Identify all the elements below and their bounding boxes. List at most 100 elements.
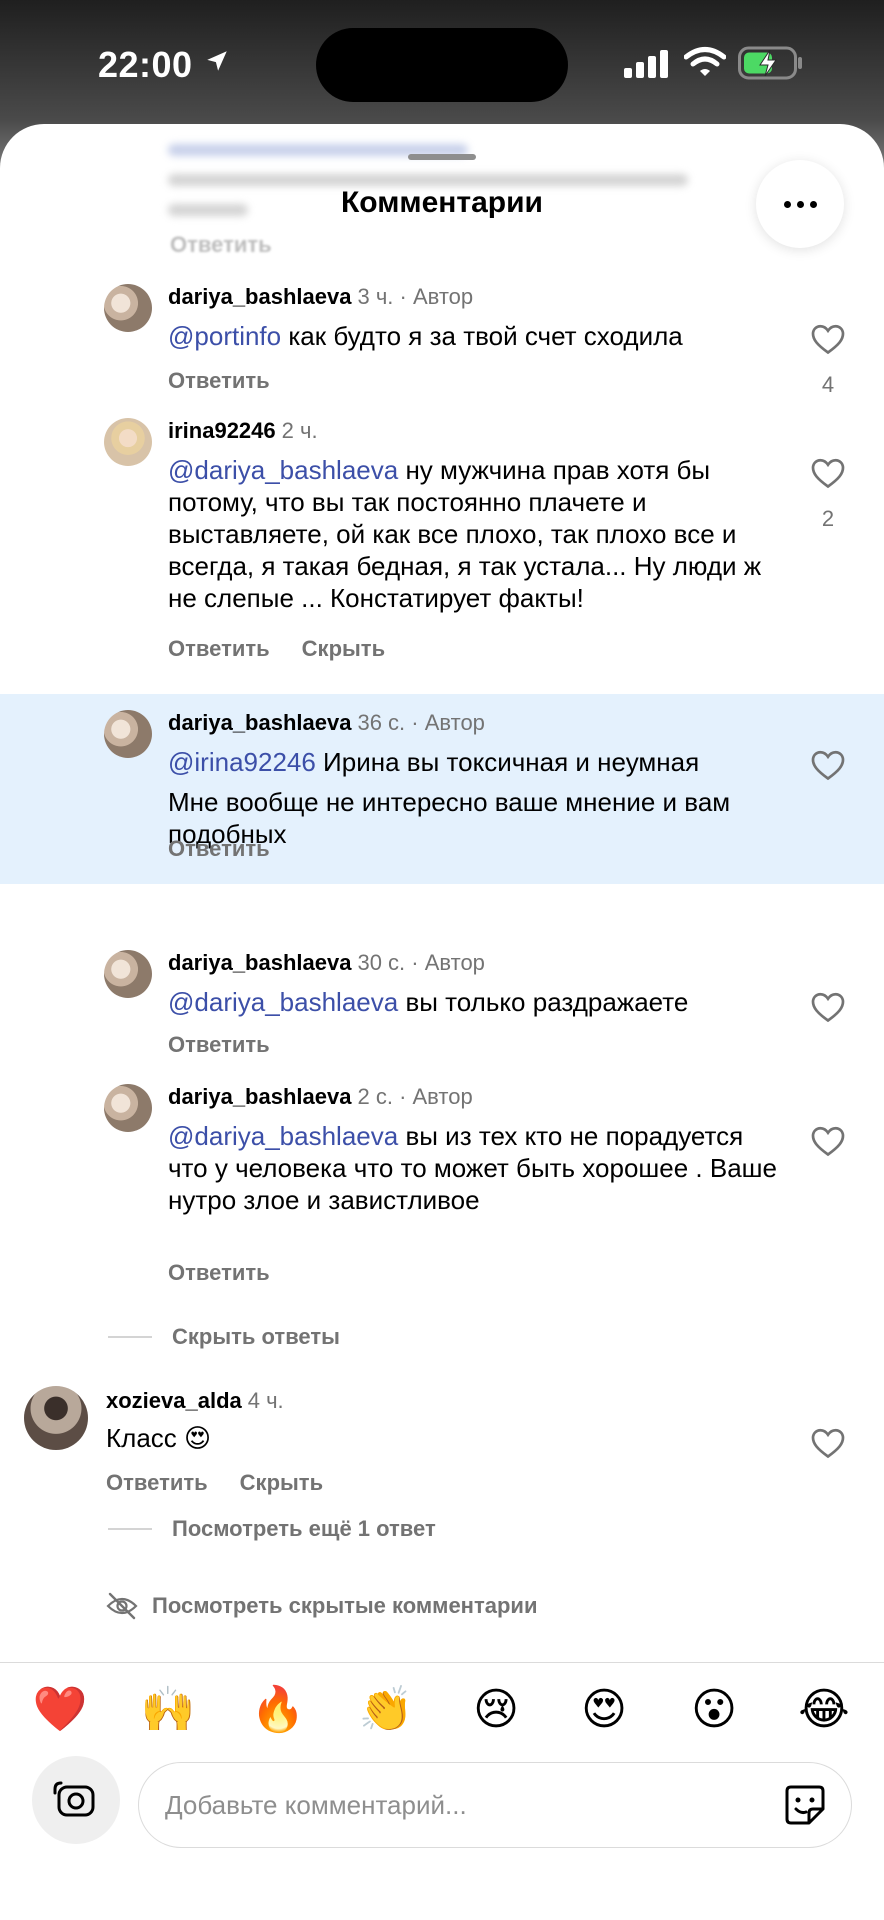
dot-icon — [783, 200, 791, 208]
view-more-replies-button[interactable]: Посмотреть ещё 1 ответ — [172, 1516, 436, 1542]
comment-text: @dariya_bashlaeva вы только раздражаете — [168, 987, 689, 1017]
comment-item: dariya_bashlaeva 2 с. · Автор @dariya_bas… — [0, 1084, 884, 1286]
comment-text: @portinfo как будто я за твой счет сходи… — [168, 321, 683, 351]
comment-meta: irina92246 2 ч. — [168, 418, 318, 444]
comment-input[interactable]: Добавьте комментарий... — [138, 1762, 852, 1848]
reply-button[interactable]: Ответить — [106, 1470, 208, 1495]
hide-replies-button[interactable]: Скрыть ответы — [172, 1324, 340, 1350]
comment-username[interactable]: xozieva_alda — [106, 1388, 242, 1413]
reaction-crying-emoji[interactable]: 😢 — [468, 1682, 524, 1738]
comment-meta: xozieva_alda 4 ч. — [106, 1388, 284, 1414]
sticker-icon[interactable] — [783, 1783, 827, 1827]
reply-button[interactable]: Ответить — [168, 636, 270, 661]
battery-charging-icon — [738, 46, 802, 80]
reply-button[interactable]: Ответить — [168, 1260, 270, 1285]
comment-time: 36 с. — [357, 710, 406, 735]
comment-input-placeholder: Добавьте комментарий... — [165, 1790, 467, 1820]
sheet-title: Комментарии — [340, 186, 544, 219]
avatar[interactable] — [104, 710, 152, 758]
comment-meta: dariya_bashlaeva 2 с. · Автор — [168, 1084, 473, 1110]
reaction-laughing-emoji[interactable]: 😂 — [796, 1682, 852, 1738]
comment-actions: Ответить Скрыть — [106, 1470, 355, 1496]
comment-time: 3 ч. — [357, 284, 394, 309]
comment-actions: Ответить — [168, 368, 302, 394]
status-time: 22:00 — [98, 44, 193, 85]
comment-text: @dariya_bashlaeva ну мужчина прав хотя б… — [168, 455, 762, 613]
comment-mention[interactable]: @irina92246 — [168, 747, 316, 777]
comment-username[interactable]: dariya_bashlaeva — [168, 284, 351, 309]
comment-mention[interactable]: @portinfo — [168, 321, 281, 351]
sheet-grab-handle[interactable] — [408, 154, 476, 160]
view-hidden-comments-button[interactable]: Посмотреть скрытые комментарии — [106, 1592, 537, 1620]
reply-button[interactable]: Ответить — [168, 368, 270, 393]
hide-button[interactable]: Скрыть — [240, 1470, 323, 1495]
view-hidden-label: Посмотреть скрытые комментарии — [152, 1593, 538, 1618]
camera-icon — [53, 1781, 95, 1817]
reaction-raised-hands-emoji[interactable]: 🙌 — [140, 1682, 196, 1738]
comment-actions: Ответить Скрыть — [168, 636, 417, 662]
author-badge: · Автор — [411, 710, 485, 735]
dynamic-island — [316, 28, 568, 102]
location-arrow-icon — [207, 51, 227, 71]
dot-icon — [796, 200, 804, 208]
comment-meta: dariya_bashlaeva 3 ч. · Автор — [168, 284, 473, 310]
more-options-button[interactable] — [756, 160, 844, 248]
comment-username[interactable]: dariya_bashlaeva — [168, 710, 351, 735]
avatar[interactable] — [104, 418, 152, 466]
camera-button[interactable] — [32, 1756, 120, 1844]
comment-actions: Ответить — [168, 836, 302, 862]
comment-time: 30 с. — [357, 950, 406, 975]
like-heart-icon[interactable] — [810, 1124, 846, 1158]
reaction-surprised-emoji[interactable]: 😮 — [686, 1682, 742, 1738]
reply-button[interactable]: Ответить — [168, 836, 270, 861]
comment-text: @dariya_bashlaeva вы из тех кто не порад… — [168, 1121, 777, 1215]
author-badge: · Автор — [399, 1084, 473, 1109]
comment-username[interactable]: dariya_bashlaeva — [168, 1084, 351, 1109]
comments-sheet: Ответить Комментарии dariya_bashlaeva 3 ч… — [0, 124, 884, 1920]
comment-actions: Ответить — [168, 1260, 302, 1286]
comment-item: xozieva_alda 4 ч. Класс 😍 Ответить Скрыть — [0, 1386, 884, 1516]
comment-actions: Ответить — [168, 1032, 302, 1058]
comment-mention[interactable]: @dariya_bashlaeva — [168, 1121, 398, 1151]
avatar[interactable] — [104, 1084, 152, 1132]
faded-reply-link: Ответить — [170, 232, 272, 257]
comment-username[interactable]: irina92246 — [168, 418, 276, 443]
comment-item: irina92246 2 ч. @dariya_bashlaeva ну мужч… — [0, 410, 884, 670]
comment-item: dariya_bashlaeva 3 ч. · Автор @portinfo к… — [0, 274, 884, 397]
eye-slash-icon — [106, 1592, 138, 1620]
comment-item: dariya_bashlaeva 30 с. · Автор @dariya_ba… — [0, 950, 884, 1060]
comment-mention[interactable]: @dariya_bashlaeva — [168, 987, 398, 1017]
cellular-signal-icon — [624, 50, 668, 78]
like-heart-icon[interactable] — [810, 456, 846, 490]
reaction-fire-emoji[interactable]: 🔥 — [250, 1682, 306, 1738]
like-heart-icon[interactable] — [810, 322, 846, 356]
status-bar: 22:00 — [0, 0, 884, 125]
thread-line — [108, 1336, 152, 1338]
wifi-icon — [684, 47, 726, 76]
avatar[interactable] — [24, 1386, 88, 1450]
comment-username[interactable]: dariya_bashlaeva — [168, 950, 351, 975]
comment-time: 4 ч. — [247, 1388, 284, 1413]
comment-mention[interactable]: @dariya_bashlaeva — [168, 455, 398, 485]
reaction-heart-eyes-emoji[interactable]: 😍 — [576, 1682, 632, 1738]
author-badge: · Автор — [411, 950, 485, 975]
like-count: 2 — [821, 506, 835, 531]
like-count: 4 — [821, 372, 835, 397]
comment-text: @irina92246 Ирина вы токсичная и неумная — [168, 747, 700, 777]
author-badge: · Автор — [399, 284, 474, 309]
like-heart-icon[interactable] — [810, 990, 846, 1024]
comment-time: 2 ч. — [281, 418, 318, 443]
like-heart-icon[interactable] — [810, 748, 846, 782]
comment-meta: dariya_bashlaeva 30 с. · Автор — [168, 950, 485, 976]
reaction-clap-emoji[interactable]: 👏 — [358, 1682, 414, 1738]
like-heart-icon[interactable] — [810, 1426, 846, 1460]
reaction-heart-emoji[interactable]: ❤️ — [32, 1682, 88, 1738]
comment-meta: dariya_bashlaeva 36 с. · Автор — [168, 710, 485, 736]
comment-text: Класс 😍 — [106, 1423, 212, 1453]
hide-button[interactable]: Скрыть — [302, 636, 385, 661]
composer-divider — [0, 1662, 884, 1663]
comment-item-highlighted: dariya_bashlaeva 36 с. · Автор @irina9224… — [0, 694, 884, 884]
reply-button[interactable]: Ответить — [168, 1032, 270, 1057]
avatar[interactable] — [104, 950, 152, 998]
avatar[interactable] — [104, 284, 152, 332]
